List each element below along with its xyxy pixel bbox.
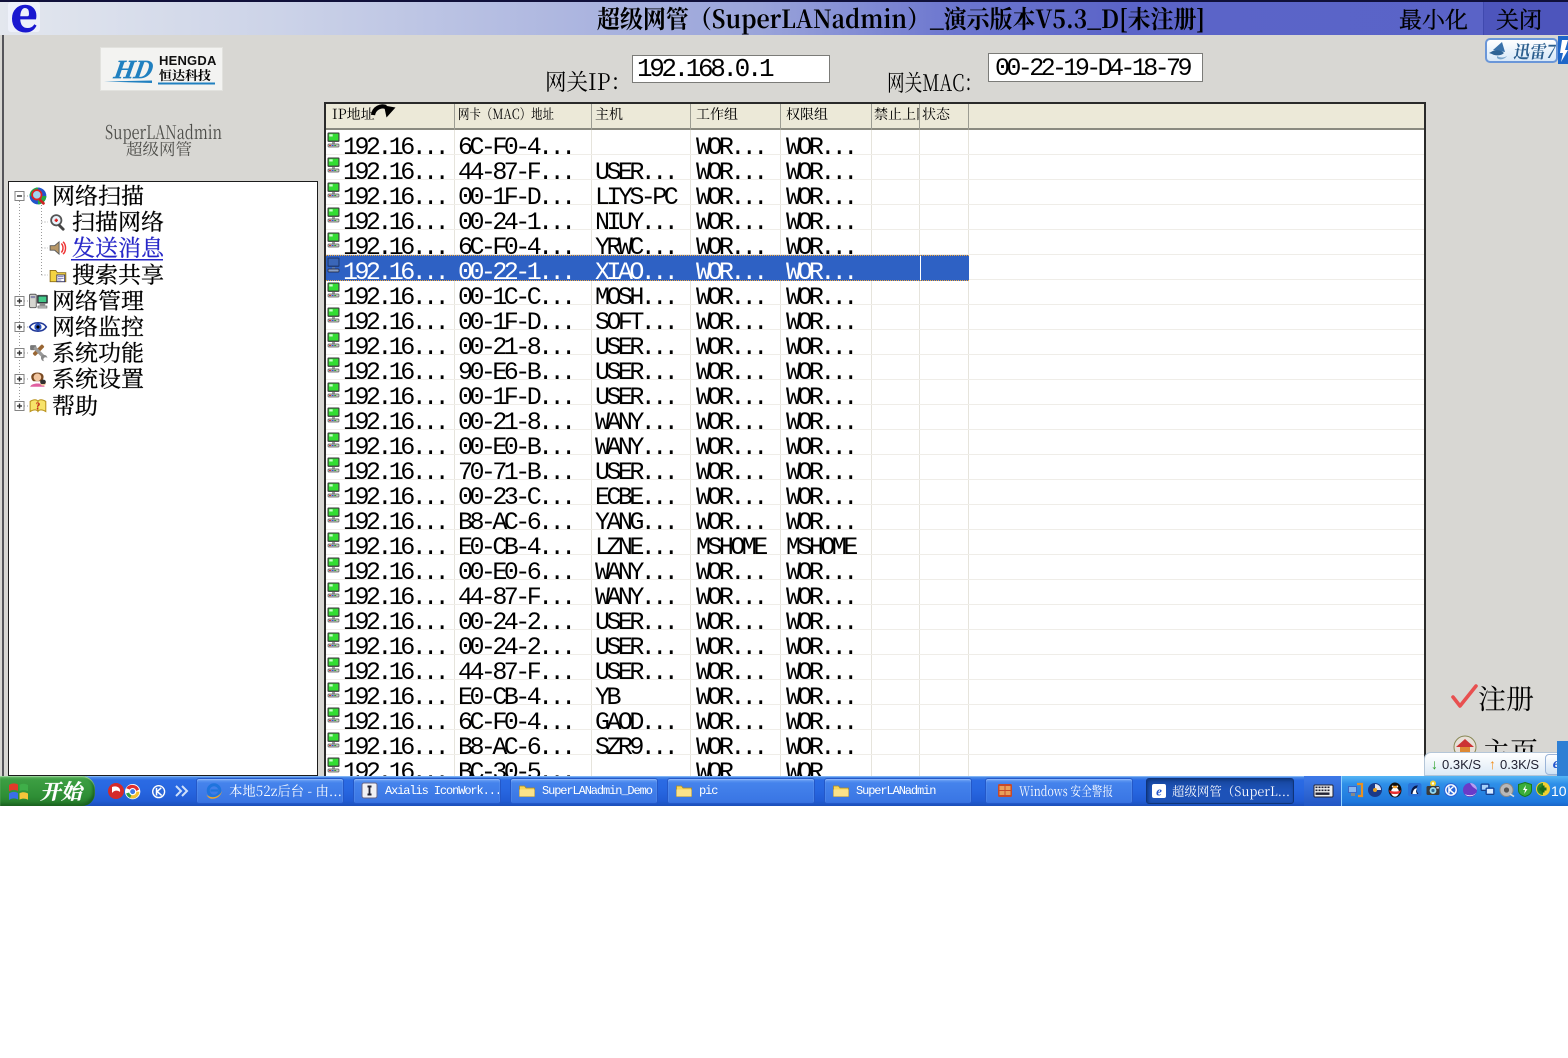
svg-text:e: e bbox=[1156, 784, 1162, 799]
